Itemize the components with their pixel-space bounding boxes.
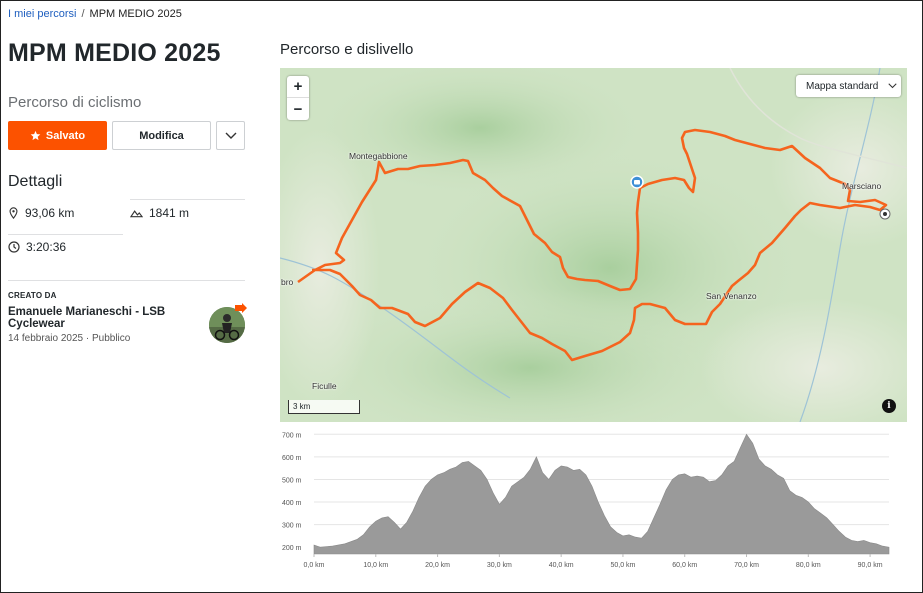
- y-tick-label: 600 m: [282, 455, 302, 462]
- x-tick-label: 40,0 km: [549, 562, 574, 569]
- details-heading: Dettagli: [8, 173, 63, 190]
- visibility: Pubblico: [91, 333, 131, 344]
- breadcrumb-link-my-routes[interactable]: I miei percorsi: [8, 8, 76, 20]
- elevation-value: 1841 m: [149, 206, 190, 220]
- distance-stat: 93,06 km: [8, 206, 74, 220]
- author-name[interactable]: Emanuele Marianeschi - LSB Cyclewear: [8, 306, 188, 330]
- map-label-ficulle: Ficulle: [312, 381, 337, 391]
- y-tick-label: 500 m: [282, 477, 302, 484]
- map-scale-bar: 3 km: [288, 400, 360, 414]
- chevron-down-icon: [888, 83, 897, 89]
- x-tick-label: 70,0 km: [734, 562, 759, 569]
- route-map[interactable]: [280, 68, 907, 422]
- map-label-marsciano: Marsciano: [842, 181, 882, 191]
- clock-icon: [8, 241, 20, 253]
- distance-value: 93,06 km: [25, 206, 75, 220]
- breadcrumb-current: MPM MEDIO 2025: [89, 8, 182, 20]
- map-canvas: [280, 68, 907, 422]
- divider: [8, 234, 123, 235]
- x-tick-label: 60,0 km: [672, 562, 697, 569]
- elevation-icon: [130, 210, 143, 218]
- created-by-label: CREATO DA: [8, 291, 57, 300]
- time-value: 3:20:36: [26, 240, 67, 254]
- x-tick-label: 30,0 km: [487, 562, 512, 569]
- elevation-svg: 200 m 300 m 400 m 500 m 600 m 700 m 0,0 km 10,0…: [282, 432, 890, 569]
- y-tick-label: 700 m: [282, 432, 302, 439]
- y-tick-label: 300 m: [282, 523, 302, 530]
- y-tick-label: 200 m: [282, 545, 302, 552]
- map-label-montegabbione: Montegabbione: [349, 151, 408, 161]
- zoom-in-button[interactable]: +: [287, 76, 309, 98]
- x-tick-label: 10,0 km: [363, 562, 388, 569]
- map-label-san-venanzo: San Venanzo: [706, 291, 757, 301]
- breadcrumb: I miei percorsi / MPM MEDIO 2025: [8, 8, 182, 20]
- created-date: 14 febbraio 2025: [8, 333, 84, 344]
- map-section-heading: Percorso e dislivello: [280, 41, 414, 58]
- zoom-out-button[interactable]: −: [287, 98, 309, 120]
- map-label-fabro: bro: [281, 277, 294, 287]
- elevation-stat: 1841 m: [130, 206, 189, 220]
- page-title: MPM MEDIO 2025: [8, 39, 221, 67]
- x-tick-label: 50,0 km: [610, 562, 635, 569]
- route-type: Percorso di ciclismo: [8, 94, 142, 111]
- map-info-icon[interactable]: i: [882, 399, 896, 413]
- map-type-select[interactable]: Mappa standard: [796, 75, 901, 97]
- strava-badge-icon: [235, 303, 247, 313]
- location-pin-icon: [9, 207, 18, 219]
- edit-button[interactable]: Modifica: [112, 121, 211, 150]
- elevation-chart[interactable]: 200 m 300 m 400 m 500 m 600 m 700 m 0,0 km 10,0…: [280, 426, 907, 576]
- time-stat: 3:20:36: [8, 240, 66, 254]
- star-icon: [30, 130, 41, 141]
- elevation-area: [313, 433, 890, 555]
- divider: [130, 199, 245, 200]
- x-tick-label: 0,0 km: [303, 562, 324, 569]
- route-meta: 14 febbraio 2025 · Pubblico: [8, 333, 130, 344]
- x-tick-label: 20,0 km: [425, 562, 450, 569]
- breadcrumb-separator: /: [81, 8, 85, 20]
- zoom-controls: + −: [287, 76, 309, 120]
- saved-button[interactable]: Salvato: [8, 121, 107, 150]
- x-tick-label: 90,0 km: [858, 562, 883, 569]
- saved-button-label: Salvato: [45, 129, 86, 142]
- map-type-label: Mappa standard: [806, 80, 879, 92]
- divider: [8, 280, 245, 281]
- more-options-button[interactable]: [216, 121, 245, 150]
- chevron-down-icon: [225, 132, 236, 139]
- y-tick-label: 400 m: [282, 500, 302, 507]
- meta-dot: ·: [85, 333, 90, 344]
- x-tick-label: 80,0 km: [796, 562, 821, 569]
